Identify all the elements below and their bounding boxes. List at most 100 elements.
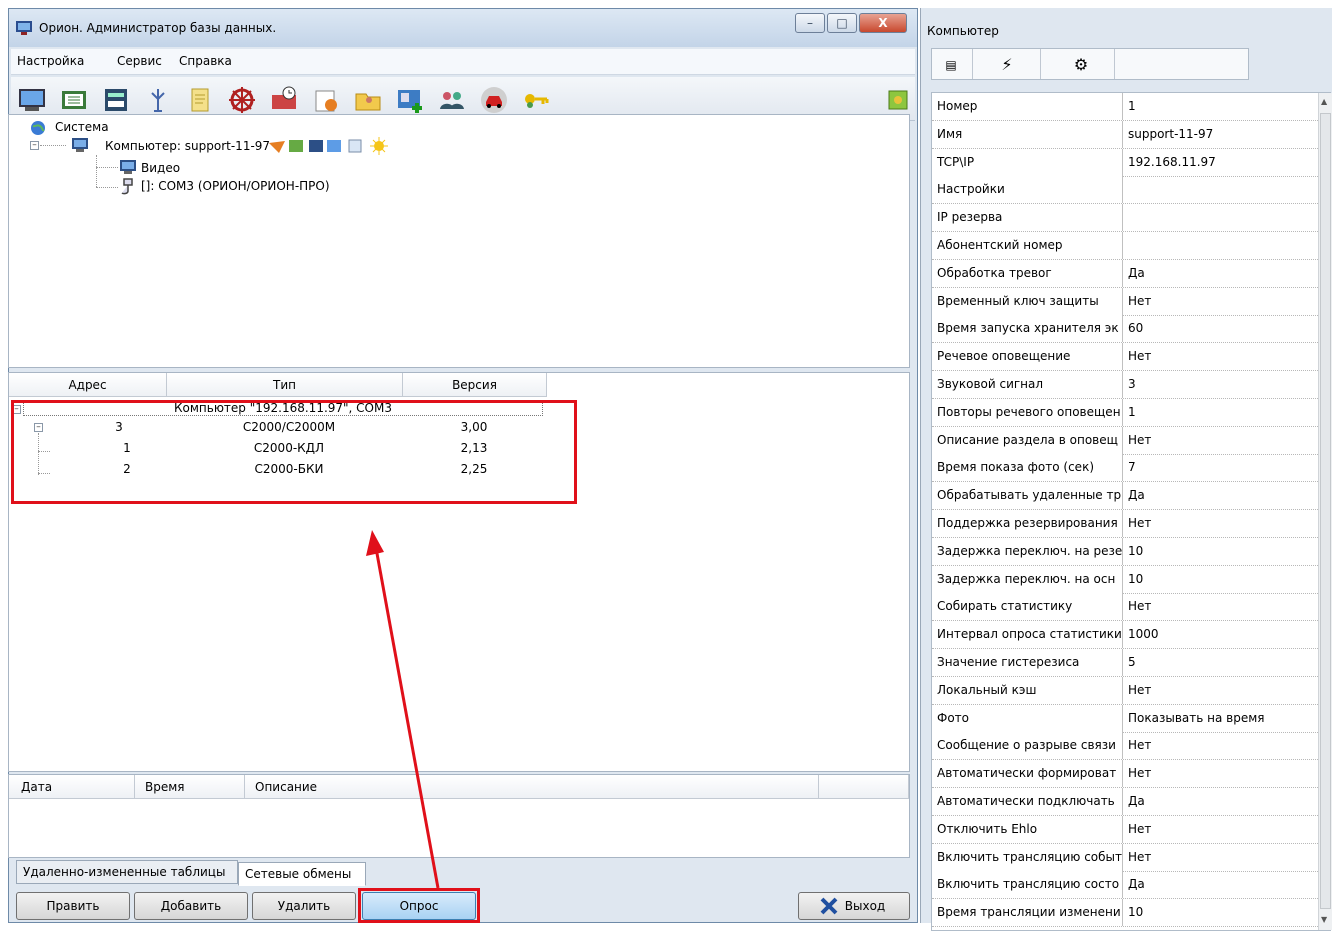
property-row[interactable]: Задержка переключ. на резе 10 bbox=[932, 537, 1318, 566]
minimize-button[interactable]: – bbox=[795, 13, 825, 33]
computer-icon[interactable] bbox=[17, 85, 47, 115]
property-value[interactable]: Да bbox=[1128, 871, 1318, 898]
car-icon[interactable] bbox=[479, 85, 509, 115]
close-button[interactable]: X bbox=[859, 13, 907, 33]
col-version[interactable]: Версия bbox=[403, 373, 547, 397]
property-value[interactable]: Нет bbox=[1128, 816, 1318, 843]
property-value[interactable]: 10 bbox=[1128, 538, 1318, 565]
maximize-button[interactable]: □ bbox=[827, 13, 857, 33]
network-icon[interactable] bbox=[59, 85, 89, 115]
property-value[interactable]: 7 bbox=[1128, 454, 1318, 481]
property-row[interactable]: Описание раздела в оповещ Нет bbox=[932, 426, 1318, 455]
property-value[interactable] bbox=[1128, 204, 1318, 231]
menu-settings[interactable]: Настройка bbox=[17, 54, 84, 68]
property-value[interactable]: 1 bbox=[1128, 93, 1318, 120]
property-row[interactable]: Сообщение о разрыве связи Нет bbox=[932, 732, 1318, 761]
property-row[interactable]: Включить трансляцию состо Да bbox=[932, 871, 1318, 900]
property-value[interactable]: 10 bbox=[1128, 566, 1318, 593]
property-value[interactable]: 1000 bbox=[1128, 621, 1318, 648]
property-value[interactable]: support-11-97 bbox=[1128, 121, 1318, 148]
property-value[interactable]: Нет bbox=[1128, 343, 1318, 370]
property-row[interactable]: Номер 1 bbox=[932, 93, 1318, 121]
property-value[interactable]: Нет bbox=[1128, 427, 1318, 454]
property-value[interactable]: Нет bbox=[1128, 677, 1318, 704]
edit-button[interactable]: Править bbox=[16, 892, 130, 920]
scroll-thumb[interactable] bbox=[1320, 113, 1331, 909]
tree-root-label[interactable]: Система bbox=[55, 120, 109, 134]
property-row[interactable]: Интервал опроса статистики 1000 bbox=[932, 621, 1318, 650]
tab-network-exchange[interactable]: Сетевые обмены bbox=[238, 862, 366, 886]
users-icon[interactable] bbox=[437, 85, 467, 115]
col-date[interactable]: Дата bbox=[9, 775, 135, 799]
col-description[interactable]: Описание bbox=[245, 775, 819, 799]
property-value[interactable]: Нет bbox=[1128, 732, 1318, 759]
property-row[interactable]: Время запуска хранителя эк 60 bbox=[932, 315, 1318, 344]
col-address[interactable]: Адрес bbox=[9, 373, 167, 397]
property-row[interactable]: Время показа фото (сек) 7 bbox=[932, 454, 1318, 483]
tree-video-label[interactable]: Видео bbox=[141, 161, 180, 175]
properties-scrollbar[interactable]: ▲ ▼ bbox=[1318, 93, 1332, 930]
property-value[interactable]: 60 bbox=[1128, 315, 1318, 342]
menu-service[interactable]: Сервис bbox=[117, 54, 162, 68]
property-row[interactable]: Повторы речевого оповещен 1 bbox=[932, 398, 1318, 427]
property-row[interactable]: Автоматически подключать Да bbox=[932, 788, 1318, 816]
property-row[interactable]: Обработка тревог Да bbox=[932, 259, 1318, 288]
property-value[interactable]: Показывать на время bbox=[1128, 705, 1318, 732]
tab-remote-tables[interactable]: Удаленно-измененные таблицы bbox=[16, 860, 238, 884]
property-row[interactable]: Имя support-11-97 bbox=[932, 120, 1318, 149]
add-button[interactable]: Добавить bbox=[134, 892, 248, 920]
property-row[interactable]: Временный ключ защиты Нет bbox=[932, 287, 1318, 316]
antenna-icon[interactable] bbox=[143, 85, 173, 115]
list-view-icon[interactable]: ▤ bbox=[940, 55, 962, 75]
col-time[interactable]: Время bbox=[135, 775, 245, 799]
menu-help[interactable]: Справка bbox=[179, 54, 232, 68]
device-icon[interactable] bbox=[101, 85, 131, 115]
property-value[interactable]: 5 bbox=[1128, 649, 1318, 676]
folder-user-icon[interactable] bbox=[353, 85, 383, 115]
property-value[interactable] bbox=[1128, 232, 1318, 259]
settings-icon[interactable]: ⚙ bbox=[1070, 55, 1092, 75]
property-value[interactable]: Да bbox=[1128, 260, 1318, 287]
property-row[interactable]: Настройки bbox=[932, 176, 1318, 205]
property-row[interactable]: Значение гистерезиса 5 bbox=[932, 649, 1318, 677]
property-value[interactable]: 10 bbox=[1128, 899, 1318, 926]
property-value[interactable] bbox=[1128, 176, 1318, 203]
property-value[interactable]: 192.168.11.97 bbox=[1128, 149, 1318, 176]
tree-computer-label[interactable]: Компьютер: support-11-97 bbox=[105, 139, 270, 153]
key-icon[interactable] bbox=[521, 85, 551, 115]
document-icon[interactable] bbox=[185, 85, 215, 115]
schedule-icon[interactable] bbox=[269, 85, 299, 115]
add-user-icon[interactable] bbox=[395, 85, 425, 115]
property-value[interactable]: Нет bbox=[1128, 288, 1318, 315]
property-row[interactable]: Фото Показывать на время bbox=[932, 704, 1318, 733]
scroll-up-icon[interactable]: ▲ bbox=[1321, 97, 1327, 106]
property-value[interactable]: 3 bbox=[1128, 371, 1318, 398]
tree-expander-computer[interactable]: – bbox=[30, 141, 39, 150]
property-row[interactable]: Собирать статистику Нет bbox=[932, 593, 1318, 622]
property-row[interactable]: Речевое оповещение Нет bbox=[932, 343, 1318, 372]
property-row[interactable]: Задержка переключ. на осн 10 bbox=[932, 565, 1318, 594]
property-row[interactable]: TCP\IP 192.168.11.97 bbox=[932, 148, 1318, 177]
property-row[interactable]: Отключить Ehlo Нет bbox=[932, 815, 1318, 844]
property-value[interactable]: Да bbox=[1128, 788, 1318, 815]
property-value[interactable]: Нет bbox=[1128, 593, 1318, 620]
property-row[interactable]: Поддержка резервирования Нет bbox=[932, 510, 1318, 538]
delete-button[interactable]: Удалить bbox=[252, 892, 356, 920]
wheel-icon[interactable] bbox=[227, 85, 257, 115]
tree-port-label[interactable]: []: COM3 (ОРИОН/ОРИОН-ПРО) bbox=[141, 179, 330, 193]
property-row[interactable]: Включить трансляцию событ Нет bbox=[932, 843, 1318, 872]
property-row[interactable]: Абонентский номер bbox=[932, 232, 1318, 260]
property-row[interactable]: IP резерва bbox=[932, 204, 1318, 233]
property-value[interactable]: Нет bbox=[1128, 760, 1318, 787]
property-value[interactable]: Да bbox=[1128, 482, 1318, 509]
col-type[interactable]: Тип bbox=[167, 373, 403, 397]
property-value[interactable]: Нет bbox=[1128, 510, 1318, 537]
events-icon[interactable]: ⚡ bbox=[996, 55, 1018, 75]
property-value[interactable]: Нет bbox=[1128, 844, 1318, 871]
property-row[interactable]: Автоматически формироват Нет bbox=[932, 760, 1318, 789]
exit-button[interactable]: Выход bbox=[798, 892, 910, 920]
property-row[interactable]: Локальный кэш Нет bbox=[932, 676, 1318, 705]
report-icon[interactable] bbox=[311, 85, 341, 115]
property-row[interactable]: Звуковой сигнал 3 bbox=[932, 371, 1318, 399]
property-value[interactable]: 1 bbox=[1128, 399, 1318, 426]
